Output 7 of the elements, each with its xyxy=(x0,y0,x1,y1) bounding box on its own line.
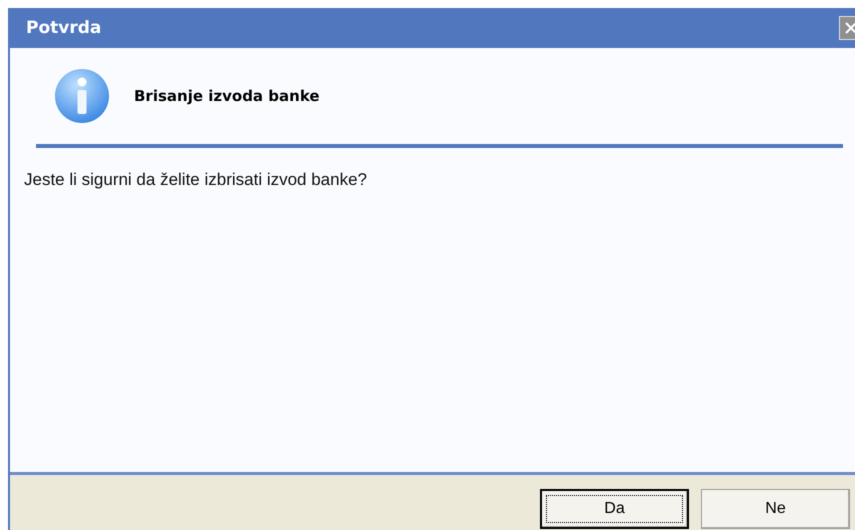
message-text: Jeste li sigurni da želite izbrisati izvod banke? xyxy=(24,170,368,189)
dialog-heading: Brisanje izvoda banke xyxy=(134,87,320,105)
dialog-button[interactable]: Da xyxy=(540,489,689,529)
window-title: Potvrda xyxy=(25,18,102,38)
close-icon xyxy=(844,21,855,35)
info-icon xyxy=(54,68,110,124)
dialog-button[interactable]: Ne xyxy=(701,489,850,529)
